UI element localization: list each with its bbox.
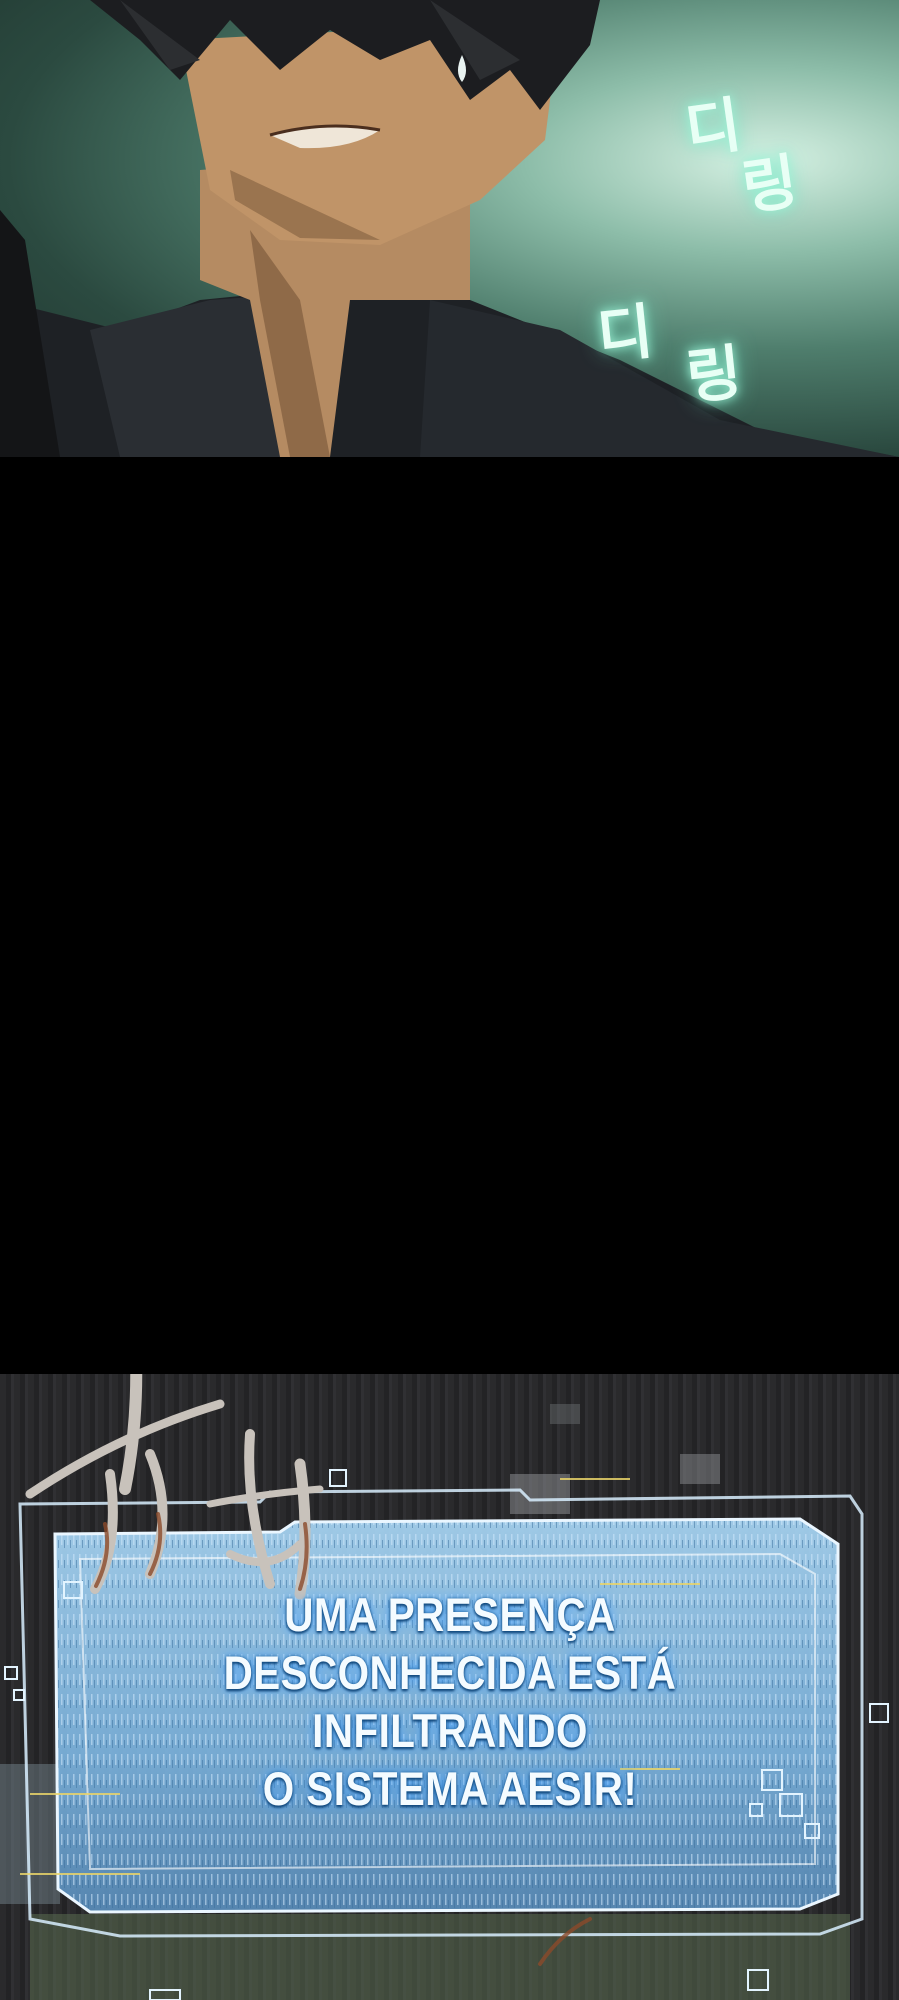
sfx-ding-upper: 디 링 [681, 88, 803, 225]
sfx-ding-lower: 디 링 [594, 293, 746, 417]
system-alert-line: O SISTEMA AESIR! [262, 1762, 638, 1815]
top-panel-character-closeup: 디 링 디 링 [0, 0, 899, 457]
character-illustration [0, 0, 899, 457]
system-alert-line: UMA PRESENÇA [284, 1588, 616, 1641]
black-gutter [0, 457, 899, 1374]
sfx-syllable: 링 [682, 337, 746, 414]
bottom-panel-system-alert: 치칙 UMA PRESENÇA DESCONHECIDA ESTÁ INFILT… [0, 1374, 899, 2000]
sfx-syllable: 링 [737, 146, 803, 224]
system-alert-line: DESCONHECIDA ESTÁ INFILTRANDO [223, 1646, 677, 1757]
system-alert-message: UMA PRESENÇA DESCONHECIDA ESTÁ INFILTRAN… [149, 1586, 751, 1818]
